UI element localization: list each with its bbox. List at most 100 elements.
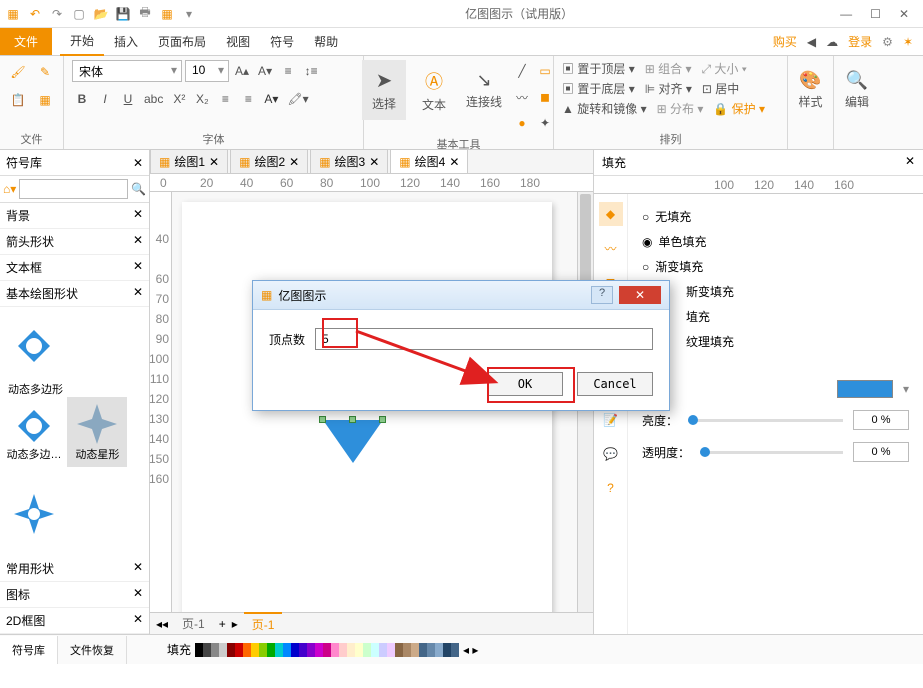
tab-1[interactable]: ▦绘图1✕ [150, 149, 228, 173]
cat-icons[interactable]: 图标✕ [0, 582, 149, 608]
sidebar-close-icon[interactable]: ✕ [133, 156, 143, 170]
format-painter-icon[interactable]: ✎ [33, 60, 57, 84]
search-icon[interactable]: 🔍 [131, 182, 146, 196]
square-icon[interactable]: ◼ [535, 86, 555, 108]
tab-3[interactable]: ▦绘图3✕ [310, 149, 388, 173]
size-btn[interactable]: ⤢ 大小 ▾ [701, 60, 746, 77]
cloud-icon[interactable]: ☁ [826, 35, 838, 49]
page-add-icon[interactable]: + [219, 617, 226, 631]
align-left-icon[interactable]: ≡ [215, 88, 235, 110]
tab-4[interactable]: ▦绘图4✕ [390, 149, 468, 173]
opacity-spin[interactable]: 0 % [853, 442, 909, 462]
menu-symbol[interactable]: 符号 [260, 28, 304, 55]
connector-tool[interactable]: ↘连接线 [462, 60, 506, 120]
font-color-icon[interactable]: A▾ [261, 88, 281, 110]
rp-help-icon[interactable]: ? [599, 476, 623, 500]
cat-arrows[interactable]: 箭头形状✕ [0, 229, 149, 255]
open-icon[interactable]: 📂 [92, 5, 110, 23]
protect-btn[interactable]: 🔒 保护 ▾ [713, 100, 765, 117]
radio-gradient[interactable]: ○渐变填充 [642, 254, 909, 279]
undo-icon[interactable]: ↶ [26, 5, 44, 23]
edit-btn[interactable]: 🔍编辑 [835, 60, 879, 120]
paste-icon[interactable]: 📋 [6, 88, 30, 112]
swatch-nav[interactable]: ◂ ▸ [463, 643, 478, 657]
dialog-help-icon[interactable]: ? [591, 286, 613, 304]
vertex-count-input[interactable] [315, 328, 653, 350]
page-tab-1[interactable]: 页-1 [174, 613, 213, 634]
color-swatch[interactable] [837, 380, 893, 398]
radio-partial3[interactable]: 纹理填充 [642, 329, 909, 354]
status-tab-recover[interactable]: 文件恢复 [58, 636, 127, 664]
increase-font-icon[interactable]: A▴ [232, 60, 252, 82]
rp-fill-icon[interactable]: ◆ [599, 202, 623, 226]
rect-icon[interactable]: ▭ [535, 60, 555, 82]
save-icon[interactable]: 💾 [114, 5, 132, 23]
rp-close-icon[interactable]: ✕ [905, 154, 915, 171]
line-spacing-icon[interactable]: ↕≡ [301, 60, 321, 82]
center-btn[interactable]: ⊡ 居中 [702, 80, 739, 97]
line-icon[interactable]: ╱ [512, 60, 532, 82]
selected-shape[interactable] [313, 417, 393, 467]
maximize-icon[interactable]: ☐ [870, 7, 881, 21]
menu-layout[interactable]: 页面布局 [148, 28, 216, 55]
search-input[interactable] [19, 179, 128, 199]
subscript-icon[interactable]: X₂ [192, 88, 212, 110]
buy-link[interactable]: 购买 [773, 33, 797, 50]
page-tab-1b[interactable]: 页-1 [244, 612, 283, 635]
brightness-spin[interactable]: 0 % [853, 410, 909, 430]
clipboard-icon[interactable]: ▦ [33, 88, 57, 112]
curve-icon[interactable]: 〰 [512, 86, 532, 108]
tab-2[interactable]: ▦绘图2✕ [230, 149, 308, 173]
distribute-btn[interactable]: ⊞ 分布 ▾ [657, 100, 704, 117]
brush-icon[interactable]: 🖌 [6, 60, 30, 84]
print-icon[interactable]: 🖶 [136, 5, 154, 23]
cat-textbox[interactable]: 文本框✕ [0, 255, 149, 281]
cat-2dbox[interactable]: 2D框图✕ [0, 608, 149, 634]
bold-icon[interactable]: B [72, 88, 92, 110]
color-swatches[interactable] [195, 643, 459, 657]
rotate-btn[interactable]: ▲ 旋转和镜像 ▾ [562, 100, 647, 117]
opacity-slider[interactable] [700, 451, 843, 454]
share-icon[interactable]: ◀ [807, 35, 816, 49]
cross-icon[interactable]: ✦ [535, 112, 555, 134]
font-size-select[interactable]: 10 [185, 60, 229, 82]
cat-background[interactable]: 背景✕ [0, 203, 149, 229]
cat-common[interactable]: 常用形状✕ [0, 556, 149, 582]
new-icon[interactable]: ▢ [70, 5, 88, 23]
rp-line-icon[interactable]: 〰 [599, 236, 623, 260]
select-tool[interactable]: ➤选择 [362, 60, 406, 120]
group-btn[interactable]: ⊞ 组合 ▾ [645, 60, 692, 77]
ok-button[interactable]: OK [487, 372, 563, 396]
qat-dropdown-icon[interactable]: ▾ [180, 5, 198, 23]
rp-note-icon[interactable]: 📝 [599, 408, 623, 432]
home-icon[interactable]: ⌂▾ [3, 182, 16, 196]
radio-solid[interactable]: ◉单色填充 [642, 229, 909, 254]
bring-front-btn[interactable]: ▣ 置于顶层 ▾ [562, 60, 635, 77]
italic-icon[interactable]: I [95, 88, 115, 110]
bullets-icon[interactable]: ≡ [278, 60, 298, 82]
rp-comment-icon[interactable]: 💬 [599, 442, 623, 466]
superscript-icon[interactable]: X² [169, 88, 189, 110]
export-icon[interactable]: ▦ [158, 5, 176, 23]
close-icon[interactable]: ✕ [899, 7, 909, 21]
font-family-select[interactable]: 宋体 [72, 60, 182, 82]
dialog-close-icon[interactable]: ✕ [619, 286, 661, 304]
redo-icon[interactable]: ↷ [48, 5, 66, 23]
ellipse-icon[interactable]: ● [512, 112, 532, 134]
gear-icon[interactable]: ⚙ [882, 35, 893, 49]
send-back-btn[interactable]: ▣ 置于底层 ▾ [562, 80, 635, 97]
shape-star-2[interactable] [4, 479, 64, 549]
brightness-slider[interactable] [688, 419, 843, 422]
menu-start[interactable]: 开始 [60, 27, 104, 56]
menu-view[interactable]: 视图 [216, 28, 260, 55]
cat-basicshapes[interactable]: 基本绘图形状✕ [0, 281, 149, 307]
menu-insert[interactable]: 插入 [104, 28, 148, 55]
radio-partial1[interactable]: 斯变填充 [642, 279, 909, 304]
minimize-icon[interactable]: ― [840, 7, 852, 21]
page-nav-prev[interactable]: ◂◂ [156, 617, 168, 631]
shape-polygon[interactable] [4, 311, 64, 381]
file-menu[interactable]: 文件 [0, 28, 52, 55]
cancel-button[interactable]: Cancel [577, 372, 653, 396]
radio-nofill[interactable]: ○无填充 [642, 204, 909, 229]
style-btn[interactable]: 🎨样式 [789, 60, 833, 120]
